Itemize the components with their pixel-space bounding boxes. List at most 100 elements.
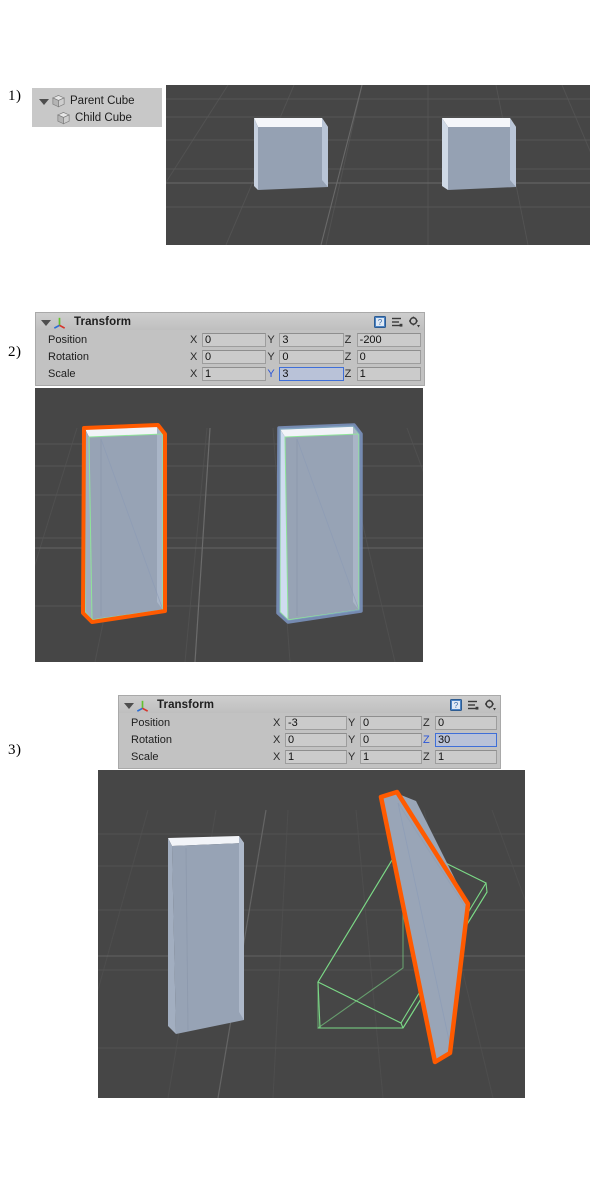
- transform-axis-icon: [136, 700, 149, 712]
- axis-letter-y: Y: [267, 333, 275, 346]
- cube-icon: [52, 95, 65, 108]
- axis-group-z: Z 1: [344, 366, 421, 381]
- svg-text:?: ?: [454, 701, 459, 710]
- scene-view-3[interactable]: [98, 770, 525, 1098]
- position-x-input[interactable]: -3: [285, 715, 347, 730]
- axis-letter-x: X: [273, 733, 281, 746]
- axis-letter-x: X: [273, 750, 281, 763]
- svg-text:?: ?: [378, 318, 383, 327]
- axis-letter-x: X: [190, 333, 198, 346]
- inspector-header-icons[interactable]: ?: [450, 699, 496, 711]
- inspector-header[interactable]: Transform ?: [36, 313, 424, 330]
- transform-axis-icon: [53, 317, 66, 329]
- axis-group-z: Z 0: [422, 715, 497, 730]
- rotation-x-input[interactable]: 0: [202, 349, 267, 364]
- axis-group-y: Y 3: [266, 366, 344, 381]
- axis-group-x: X 0: [272, 732, 347, 747]
- scale-y-input[interactable]: 1: [360, 749, 422, 764]
- inspector-body: Position X 0 Y 3 Z -200 Rotation X 0 Y 0…: [36, 330, 424, 385]
- preset-icon[interactable]: [467, 699, 479, 711]
- rotation-z-input[interactable]: 0: [356, 349, 421, 364]
- scale-x-input[interactable]: 1: [202, 366, 267, 381]
- property-label: Rotation: [131, 733, 172, 746]
- step-number-2: 2): [8, 344, 22, 360]
- axis-letter-y: Y: [267, 350, 275, 363]
- property-row-position: Position X -3 Y 0 Z 0: [122, 714, 497, 731]
- axis-group-y: Y 0: [266, 349, 344, 364]
- screenshot-canvas: 1) Parent Cube Child Cube 2) Transform ?…: [0, 0, 600, 1200]
- axis-letter-x: X: [273, 716, 281, 729]
- property-label: Scale: [48, 367, 76, 380]
- axis-group-z: Z 1: [422, 749, 497, 764]
- position-z-input[interactable]: -200: [356, 332, 421, 347]
- scene-view-2[interactable]: [35, 388, 423, 662]
- gear-icon[interactable]: [484, 699, 496, 711]
- axis-letter-y: Y: [348, 750, 356, 763]
- axis-letter-y: Y: [267, 367, 275, 380]
- axis-group-y: Y 1: [347, 749, 422, 764]
- position-y-input[interactable]: 0: [360, 715, 422, 730]
- inspector-header-icons[interactable]: ?: [374, 316, 420, 328]
- step-number-1: 1): [8, 88, 22, 104]
- inspector-title: Transform: [74, 316, 132, 328]
- hierarchy-panel[interactable]: Parent Cube Child Cube: [32, 88, 162, 127]
- axis-group-x: X -3: [272, 715, 347, 730]
- axis-group-y: Y 0: [347, 732, 422, 747]
- hierarchy-item-parent-cube[interactable]: Parent Cube: [38, 93, 154, 110]
- property-row-scale: Scale X 1 Y 1 Z 1: [122, 748, 497, 765]
- axis-group-z: Z 30: [422, 732, 497, 747]
- axis-letter-x: X: [190, 350, 198, 363]
- property-label: Scale: [131, 750, 159, 763]
- position-x-input[interactable]: 0: [202, 332, 267, 347]
- axis-group-x: X 1: [189, 366, 267, 381]
- axis-letter-z: Z: [344, 350, 352, 363]
- hierarchy-item-child-cube[interactable]: Child Cube: [38, 110, 154, 127]
- axis-letter-z: Z: [423, 716, 430, 729]
- property-row-rotation: Rotation X 0 Y 0 Z 30: [122, 731, 497, 748]
- axis-letter-z: Z: [344, 333, 352, 346]
- disclosure-triangle-icon[interactable]: [40, 317, 51, 328]
- hierarchy-item-label: Child Cube: [75, 112, 132, 124]
- cube-left: [254, 118, 328, 190]
- property-label: Position: [131, 716, 171, 729]
- axis-group-x: X 0: [189, 332, 267, 347]
- scene-view-1[interactable]: [166, 85, 590, 245]
- axis-group-x: X 0: [189, 349, 267, 364]
- scale-y-input[interactable]: 3: [279, 366, 344, 381]
- inspector-title: Transform: [157, 699, 215, 711]
- step-number-3: 3): [8, 742, 22, 758]
- axis-group-z: Z 0: [344, 349, 421, 364]
- disclosure-triangle-icon[interactable]: [123, 700, 134, 711]
- preset-icon[interactable]: [391, 316, 403, 328]
- axis-group-y: Y 0: [347, 715, 422, 730]
- axis-letter-y: Y: [348, 733, 356, 746]
- scale-z-input[interactable]: 1: [435, 749, 497, 764]
- rotation-x-input[interactable]: 0: [285, 732, 347, 747]
- scale-z-input[interactable]: 1: [356, 366, 421, 381]
- help-icon[interactable]: ?: [374, 316, 386, 328]
- disclosure-triangle-icon[interactable]: [38, 96, 49, 107]
- rotation-y-input[interactable]: 0: [360, 732, 422, 747]
- scale-x-input[interactable]: 1: [285, 749, 347, 764]
- inspector-transform-3[interactable]: Transform ? Position X -3 Y 0 Z 0 Rotati…: [118, 695, 501, 769]
- property-row-scale: Scale X 1 Y 3 Z 1: [39, 365, 421, 382]
- axis-letter-z: Z: [344, 367, 352, 380]
- help-icon[interactable]: ?: [450, 699, 462, 711]
- axis-group-x: X 1: [272, 749, 347, 764]
- axis-group-z: Z -200: [344, 332, 421, 347]
- axis-letter-y: Y: [348, 716, 356, 729]
- property-label: Rotation: [48, 350, 89, 363]
- property-row-position: Position X 0 Y 3 Z -200: [39, 331, 421, 348]
- axis-letter-z: Z: [423, 733, 430, 746]
- position-z-input[interactable]: 0: [435, 715, 497, 730]
- position-y-input[interactable]: 3: [279, 332, 344, 347]
- gear-icon[interactable]: [408, 316, 420, 328]
- property-label: Position: [48, 333, 88, 346]
- inspector-body: Position X -3 Y 0 Z 0 Rotation X 0 Y 0 Z…: [119, 713, 500, 768]
- inspector-header[interactable]: Transform ?: [119, 696, 500, 713]
- rotation-y-input[interactable]: 0: [279, 349, 344, 364]
- axis-group-y: Y 3: [266, 332, 344, 347]
- rotation-z-input[interactable]: 30: [435, 732, 497, 747]
- inspector-transform-2[interactable]: Transform ? Position X 0 Y 3 Z -200 Rota…: [35, 312, 425, 386]
- axis-letter-z: Z: [423, 750, 430, 763]
